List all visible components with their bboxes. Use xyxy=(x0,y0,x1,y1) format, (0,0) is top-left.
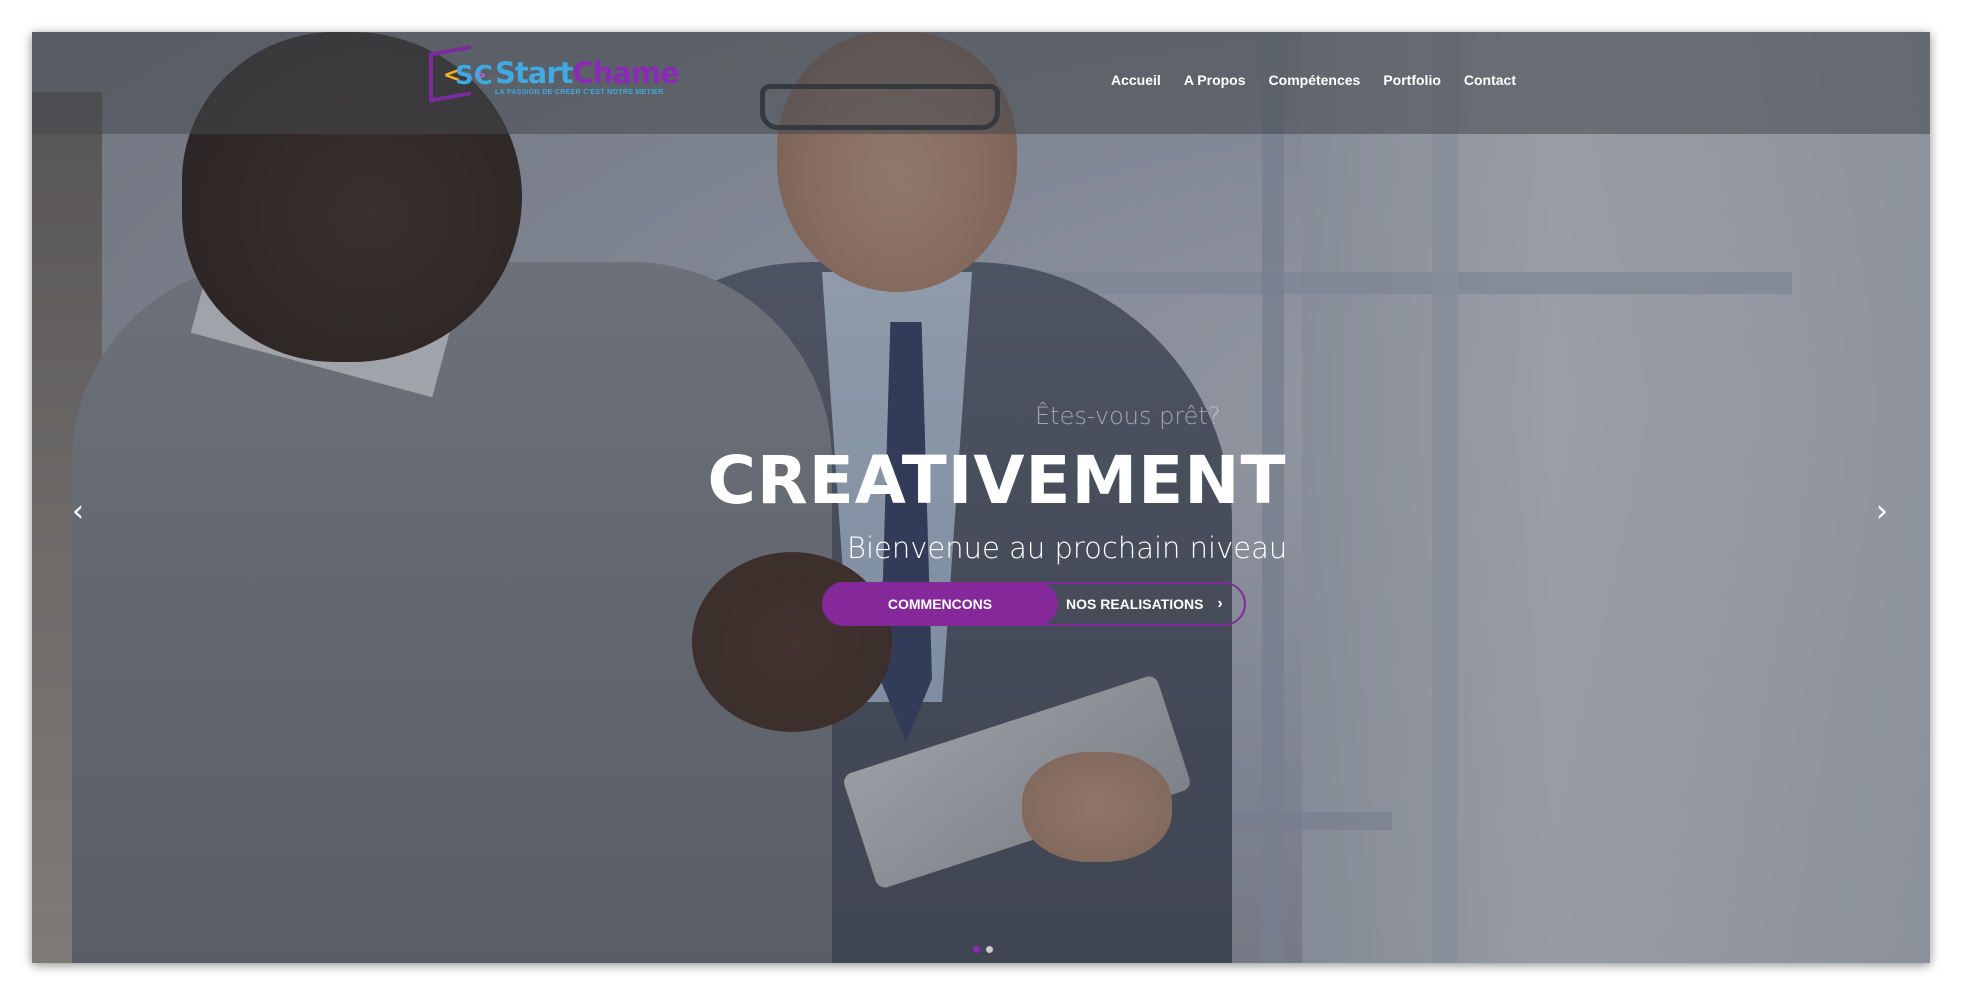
slider-dot-1[interactable] xyxy=(973,946,980,953)
logo-wordmark: StartChame xyxy=(495,56,680,90)
hero-slider: < SC > StartChame LA PASSION DE CREER C'… xyxy=(32,32,1930,963)
nav-item-a-propos[interactable]: A Propos xyxy=(1184,72,1246,88)
nav-item-portfolio[interactable]: Portfolio xyxy=(1383,72,1441,88)
logo-tagline: LA PASSION DE CREER C'EST NOTRE METIER xyxy=(495,89,664,96)
slider-prev-arrow-icon[interactable]: ‹ xyxy=(72,494,84,529)
slider-dot-2[interactable] xyxy=(986,946,993,953)
hero-subtitle: Bienvenue au prochain niveau xyxy=(847,531,1288,565)
chevron-right-icon: › xyxy=(1217,595,1223,612)
nav-item-accueil[interactable]: Accueil xyxy=(1111,72,1161,88)
nos-realisations-label: NOS REALISATIONS xyxy=(1066,596,1204,612)
hero-pretitle: Êtes-vous prêt? xyxy=(1035,402,1221,430)
nos-realisations-button[interactable]: NOS REALISATIONS › xyxy=(1058,584,1244,624)
slider-pagination xyxy=(973,946,993,953)
nav-item-contact[interactable]: Contact xyxy=(1464,72,1516,88)
site-header: < SC > StartChame LA PASSION DE CREER C'… xyxy=(32,32,1930,134)
slider-next-arrow-icon[interactable]: › xyxy=(1876,494,1888,529)
logo-icon: < SC > xyxy=(429,45,493,105)
commencons-button[interactable]: COMMENCONS xyxy=(822,582,1058,626)
site-logo[interactable]: < SC > StartChame LA PASSION DE CREER C'… xyxy=(429,45,680,105)
nav-item-competences[interactable]: Compétences xyxy=(1269,72,1361,88)
hero-title: CREATIVEMENT xyxy=(707,442,1287,519)
hero-button-group: COMMENCONS NOS REALISATIONS › xyxy=(822,582,1246,626)
main-navigation: Accueil A Propos Compétences Portfolio C… xyxy=(1111,72,1516,88)
